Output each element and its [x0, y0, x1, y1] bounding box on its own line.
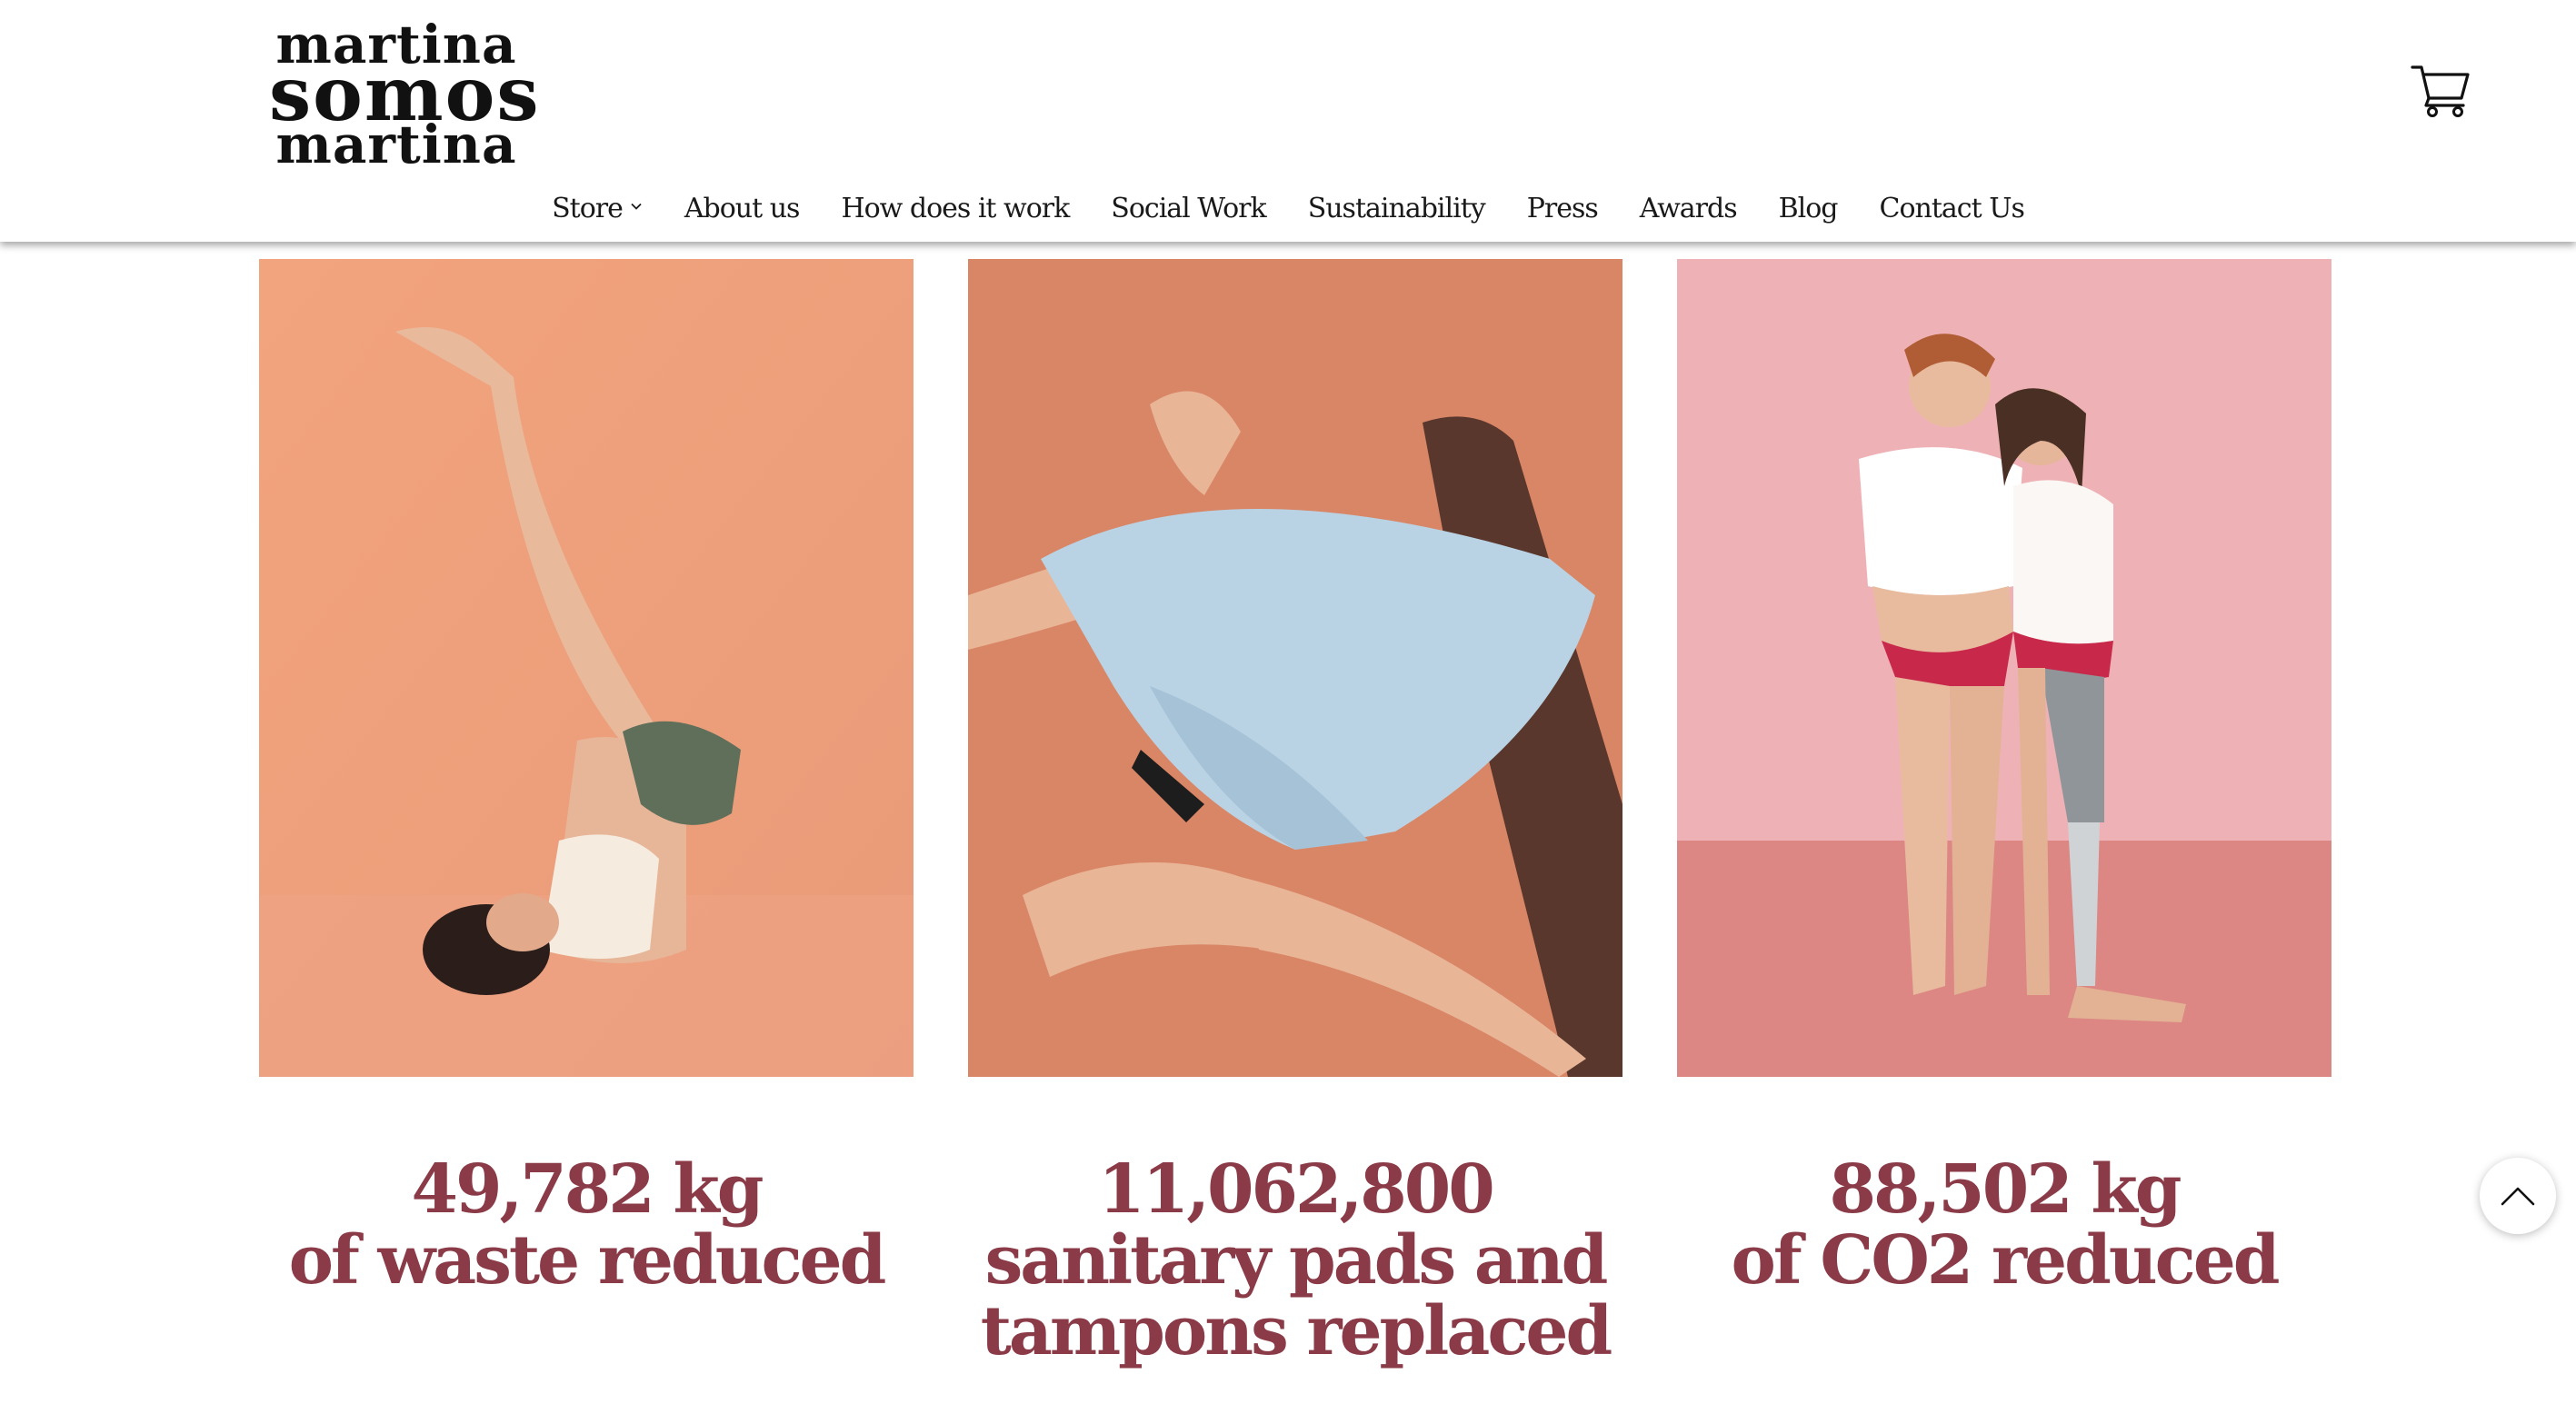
main-nav: Store About us How does it work Social W… — [0, 185, 2576, 231]
nav-item-press[interactable]: Press — [1506, 193, 1619, 224]
logo-text-middle: somos — [269, 51, 541, 138]
stat-value: 88,502 kg — [1829, 1150, 2182, 1229]
stat-description: of waste reduced — [288, 1221, 887, 1299]
photo-two-women — [1677, 259, 2331, 1077]
nav-item-sustainability[interactable]: Sustainability — [1287, 193, 1506, 224]
brand-logo[interactable]: martina somos martina — [269, 18, 541, 175]
stat-value: 49,782 kg — [411, 1150, 764, 1229]
stat-co2-reduced: 88,502 kg of CO2 reduced — [1659, 1154, 2350, 1296]
site-header: martina somos martina Store About us How… — [0, 0, 2576, 242]
nav-item-social-work[interactable]: Social Work — [1090, 193, 1286, 224]
nav-item-about-us[interactable]: About us — [664, 193, 821, 224]
nav-item-awards[interactable]: Awards — [1619, 193, 1758, 224]
stat-description: sanitary pads and — [984, 1221, 1609, 1299]
nav-item-how-does-it-work[interactable]: How does it work — [820, 193, 1090, 224]
stat-value: 11,062,800 — [1098, 1150, 1494, 1229]
back-to-top-button[interactable] — [2480, 1158, 2556, 1234]
photo-stretched-underwear — [968, 259, 1622, 1077]
nav-item-blog[interactable]: Blog — [1758, 193, 1859, 224]
chevron-down-icon — [631, 203, 642, 210]
nav-item-contact-us[interactable]: Contact Us — [1859, 193, 2045, 224]
nav-item-store[interactable]: Store — [531, 193, 664, 224]
nav-item-label: Store — [552, 192, 624, 224]
photo-yoga-pose — [259, 259, 914, 1077]
stat-description-cont: tampons replaced — [980, 1292, 1613, 1370]
stat-description: of CO2 reduced — [1731, 1221, 2280, 1299]
stat-pads-replaced: 11,062,800 sanitary pads and tampons rep… — [950, 1154, 1641, 1367]
stat-waste-reduced: 49,782 kg of waste reduced — [241, 1154, 932, 1296]
chevron-up-icon — [2501, 1187, 2535, 1206]
logo-text-bottom: martina — [275, 114, 517, 175]
cart-icon[interactable] — [2411, 62, 2471, 120]
